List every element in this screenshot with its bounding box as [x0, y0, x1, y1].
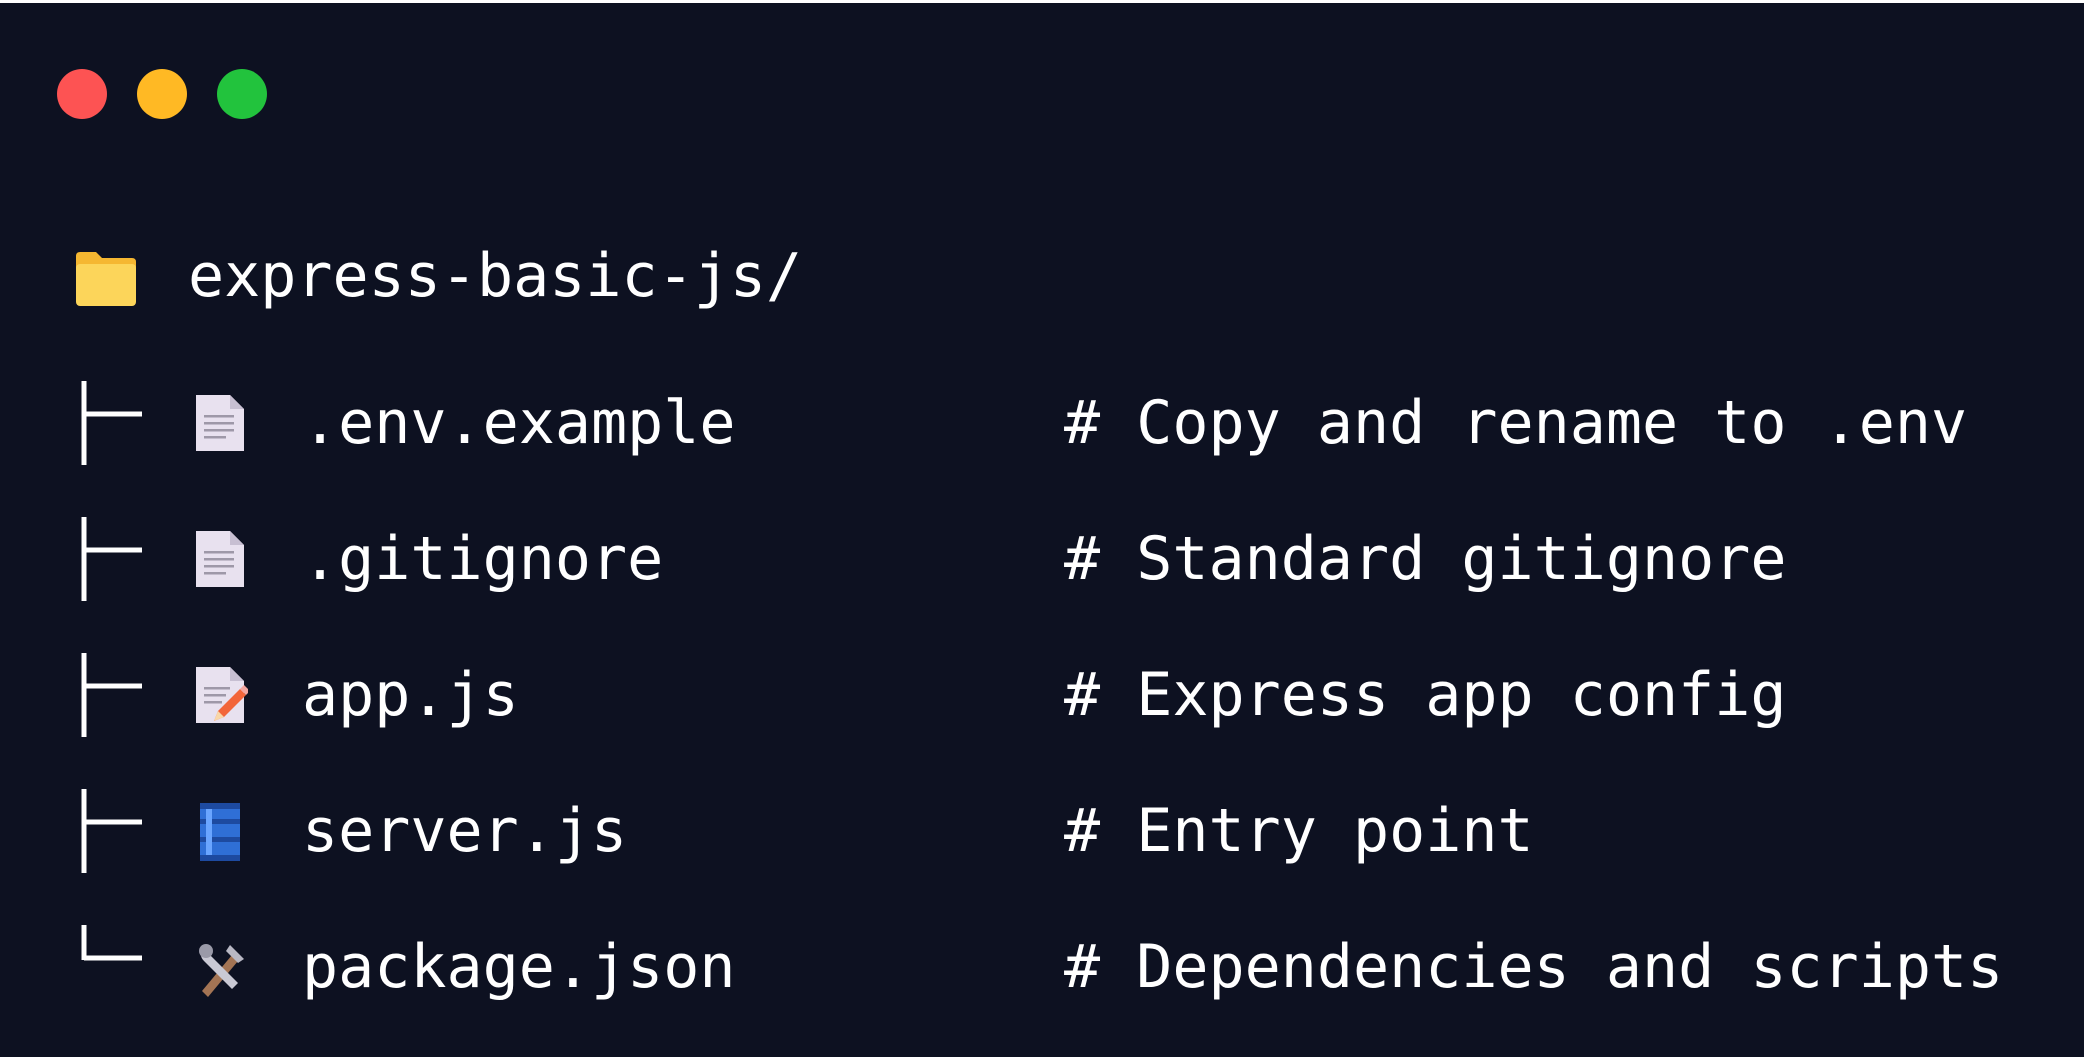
branch-connector: [81, 517, 142, 601]
file-name: server.js: [302, 796, 628, 866]
file-name: app.js: [302, 660, 519, 730]
file-comment: # Copy and rename to .env: [1064, 388, 1968, 458]
tree-row[interactable]: .env.example # Copy and rename to .env: [0, 381, 2084, 517]
tree-row[interactable]: server.js # Entry point: [0, 789, 2084, 925]
branch-connector: [81, 381, 142, 465]
file-comment: # Dependencies and scripts: [1064, 932, 2004, 1002]
memo-icon: [196, 667, 248, 723]
tree-row[interactable]: package.json # Dependencies and scripts: [0, 925, 2084, 1057]
tools-icon: [199, 944, 244, 997]
close-button[interactable]: [57, 69, 107, 119]
file-comment: # Standard gitignore: [1064, 524, 1787, 594]
tree-row[interactable]: .gitignore # Standard gitignore: [0, 517, 2084, 653]
root-folder-label[interactable]: express-basic-js/: [188, 246, 802, 306]
file-name: .gitignore: [302, 524, 664, 594]
minimize-button[interactable]: [137, 69, 187, 119]
file-comment: # Express app config: [1064, 660, 1787, 730]
file-name: package.json: [302, 932, 736, 1002]
file-name: .env.example: [302, 388, 736, 458]
barrel-icon: [200, 803, 240, 861]
tree-row[interactable]: app.js # Express app config: [0, 653, 2084, 789]
page-icon: [196, 395, 244, 451]
folder-icon: [76, 252, 136, 306]
terminal-window: express-basic-js/ .env.example # Copy an…: [0, 3, 2084, 1057]
branch-connector: [81, 789, 142, 873]
maximize-button[interactable]: [217, 69, 267, 119]
page-icon: [196, 531, 244, 587]
file-comment: # Entry point: [1064, 796, 1534, 866]
branch-connector: [81, 925, 142, 961]
branch-connector: [81, 653, 142, 737]
